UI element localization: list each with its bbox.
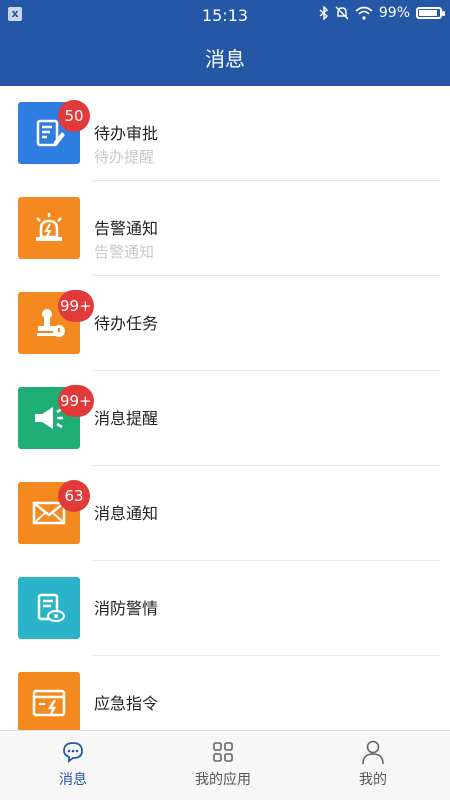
list-item[interactable]: 63 消息通知 [0, 466, 450, 561]
tab-bar: 消息 我的应用 我的 [0, 730, 450, 800]
bluetooth-icon [319, 6, 328, 20]
unread-badge: 63 [58, 480, 90, 512]
item-text: 消防警情 [94, 595, 158, 619]
tab-grid[interactable]: 我的应用 [163, 739, 283, 789]
alarm-light-icon [18, 197, 80, 259]
tab-label: 消息 [59, 772, 87, 788]
mute-icon [335, 6, 349, 20]
unread-badge: 99+ [58, 290, 94, 322]
item-subtitle: 待办提醒 [94, 148, 155, 166]
unread-badge: 99+ [58, 385, 94, 417]
list-item[interactable]: 50 待办审批待办提醒 [0, 86, 450, 181]
item-title: 待办审批 [94, 124, 159, 143]
item-title: 应急指令 [94, 694, 159, 713]
chat-icon [13, 739, 133, 765]
item-text: 待办审批 待办提醒 [94, 120, 158, 167]
list-item[interactable]: 消防警情 [0, 561, 450, 656]
item-text: 告警通知 告警通知 [94, 215, 158, 262]
item-title: 告警通知 [94, 219, 159, 238]
battery-icon [416, 7, 445, 19]
list-item[interactable]: 99+ 消息提醒 [0, 371, 450, 466]
item-title: 消息通知 [94, 504, 159, 523]
page-title: 消息 [0, 32, 450, 86]
item-text: 应急指令 [94, 690, 158, 714]
item-subtitle: 告警通知 [94, 243, 155, 261]
tab-label: 我的应用 [195, 772, 251, 788]
list-item[interactable]: 应急指令 [0, 656, 450, 730]
item-text: 消息提醒 [94, 405, 158, 429]
status-icons: 99% [319, 5, 445, 21]
status-bar: x 15:13 99% [0, 0, 450, 32]
list-item[interactable]: 告警通知 告警通知 [0, 181, 450, 276]
item-text: 消息通知 [94, 500, 158, 524]
item-title: 待办任务 [94, 314, 159, 333]
user-icon [313, 739, 433, 765]
item-text: 待办任务 [94, 310, 158, 334]
unread-badge: 50 [58, 100, 90, 132]
tab-chat[interactable]: 消息 [13, 739, 133, 789]
wifi-icon [355, 6, 373, 20]
tab-user[interactable]: 我的 [313, 739, 433, 789]
battery-percent: 99% [378, 5, 410, 21]
list-item[interactable]: 99+ 待办任务 [0, 276, 450, 371]
item-title: 消息提醒 [94, 409, 159, 428]
emergency-card-icon [18, 672, 80, 730]
tab-label: 我的 [359, 772, 387, 788]
grid-icon [163, 739, 283, 765]
doc-eye-icon [18, 577, 80, 639]
message-list: 50 待办审批 待办提醒 告警通知 告警通知 99+ 待办任务 99+ 消息提醒 63 消息通知 消防… [0, 86, 450, 730]
item-title: 消防警情 [94, 599, 159, 618]
